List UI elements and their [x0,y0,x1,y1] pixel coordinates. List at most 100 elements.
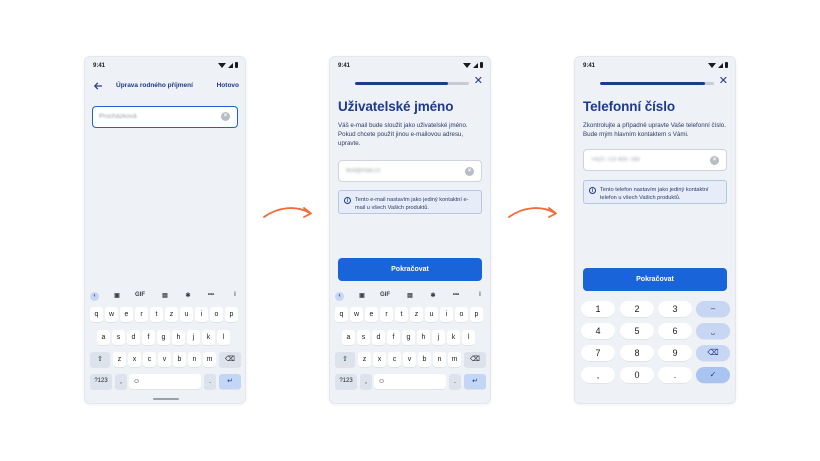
key-e[interactable]: e [365,307,378,322]
numpad-comma-key[interactable]: , [581,367,615,383]
key-t[interactable]: t [150,307,163,322]
numpad-key-2[interactable]: 2 [620,301,654,317]
key-v[interactable]: v [158,352,171,367]
comma-key[interactable]: , [115,374,127,389]
backspace-key[interactable]: ⌫ [696,345,730,361]
key-h[interactable]: h [172,330,185,345]
key-f[interactable]: f [387,330,400,345]
numpad-key-7[interactable]: 7 [581,345,615,361]
key-r[interactable]: r [380,307,393,322]
microphone-icon[interactable]: ǀ [230,292,240,298]
phone-field[interactable]: +420 723 405 789 × [583,149,727,171]
key-p[interactable]: p [225,307,238,322]
key-o[interactable]: o [210,307,223,322]
gif-button[interactable]: GIF [378,292,392,298]
shift-key[interactable]: ⇧ [335,352,355,367]
key-x[interactable]: x [373,352,386,367]
period-key[interactable]: . [204,374,216,389]
email-field[interactable]: test@mail.cz × [338,160,482,182]
key-o[interactable]: o [455,307,468,322]
numpad-key-1[interactable]: 1 [581,301,615,317]
key-j[interactable]: j [187,330,200,345]
key-z[interactable]: z [165,307,178,322]
key-s[interactable]: s [112,330,125,345]
key-s[interactable]: s [357,330,370,345]
clipboard-icon[interactable]: ▤ [160,292,170,299]
continue-button[interactable]: Pokračovat [583,268,727,291]
key-m[interactable]: m [448,352,461,367]
key-z2[interactable]: z [113,352,126,367]
gear-icon[interactable]: ✱ [428,292,438,299]
key-q[interactable]: q [335,307,348,322]
key-i[interactable]: i [195,307,208,322]
done-button[interactable]: Hotovo [217,82,239,89]
clipboard-icon[interactable]: ▤ [405,292,415,299]
key-k[interactable]: k [447,330,460,345]
key-i[interactable]: i [440,307,453,322]
continue-button[interactable]: Pokračovat [338,258,482,281]
key-c[interactable]: c [143,352,156,367]
numpad-key-0[interactable]: 0 [620,367,654,383]
period-key[interactable]: . [449,374,461,389]
key-g[interactable]: g [157,330,170,345]
comma-key[interactable]: , [360,374,372,389]
more-icon[interactable]: ••• [206,292,216,298]
space-key[interactable]: ☺ [374,374,446,389]
clear-icon[interactable]: × [221,112,230,121]
emoji-icon[interactable]: ☺ [133,378,140,385]
confirm-key[interactable]: ✓ [696,367,730,383]
key-c[interactable]: c [388,352,401,367]
key-x[interactable]: x [128,352,141,367]
shift-key[interactable]: ⇧ [90,352,110,367]
more-icon[interactable]: ••• [451,292,461,298]
numpad-period-key[interactable]: . [658,367,692,383]
numpad-key-3[interactable]: 3 [658,301,692,317]
enter-key[interactable]: ↵ [219,374,241,389]
key-n[interactable]: n [433,352,446,367]
surname-input[interactable]: Procházková × [92,106,238,128]
gif-button[interactable]: GIF [133,292,147,298]
sticker-icon[interactable]: ▣ [357,292,367,299]
key-j[interactable]: j [432,330,445,345]
microphone-icon[interactable]: ǀ [475,292,485,298]
keyboard-collapse-icon[interactable]: ‹ [335,292,344,301]
key-h[interactable]: h [417,330,430,345]
key-k[interactable]: k [202,330,215,345]
key-m[interactable]: m [203,352,216,367]
key-d[interactable]: d [127,330,140,345]
key-r[interactable]: r [135,307,148,322]
key-b[interactable]: b [173,352,186,367]
key-t[interactable]: t [395,307,408,322]
numpad-key-8[interactable]: 8 [620,345,654,361]
key-b[interactable]: b [418,352,431,367]
key-w[interactable]: w [105,307,118,322]
key-g[interactable]: g [402,330,415,345]
close-icon[interactable]: ✕ [719,76,728,87]
key-l[interactable]: l [217,330,230,345]
space-key[interactable]: ⎵ [696,323,730,339]
arrow-left-icon[interactable] [93,81,103,91]
key-f[interactable]: f [142,330,155,345]
key-a[interactable]: a [342,330,355,345]
key-w[interactable]: w [350,307,363,322]
sticker-icon[interactable]: ▣ [112,292,122,299]
close-icon[interactable]: ✕ [474,76,483,87]
emoji-icon[interactable]: ☺ [378,378,385,385]
numpad-key-6[interactable]: 6 [658,323,692,339]
numpad-key-9[interactable]: 9 [658,345,692,361]
symbols-key[interactable]: ?123 [90,374,112,389]
backspace-key[interactable]: ⌫ [219,352,241,367]
space-key[interactable]: ☺ [129,374,201,389]
clear-icon[interactable]: × [710,156,719,165]
key-v[interactable]: v [403,352,416,367]
numpad-key-4[interactable]: 4 [581,323,615,339]
backspace-key[interactable]: ⌫ [464,352,486,367]
key-d[interactable]: d [372,330,385,345]
keyboard-collapse-icon[interactable]: ‹ [90,292,99,301]
numpad-key-5[interactable]: 5 [620,323,654,339]
key-e[interactable]: e [120,307,133,322]
symbols-key[interactable]: ?123 [335,374,357,389]
key-u[interactable]: u [180,307,193,322]
key-z2[interactable]: z [358,352,371,367]
key-p[interactable]: p [470,307,483,322]
